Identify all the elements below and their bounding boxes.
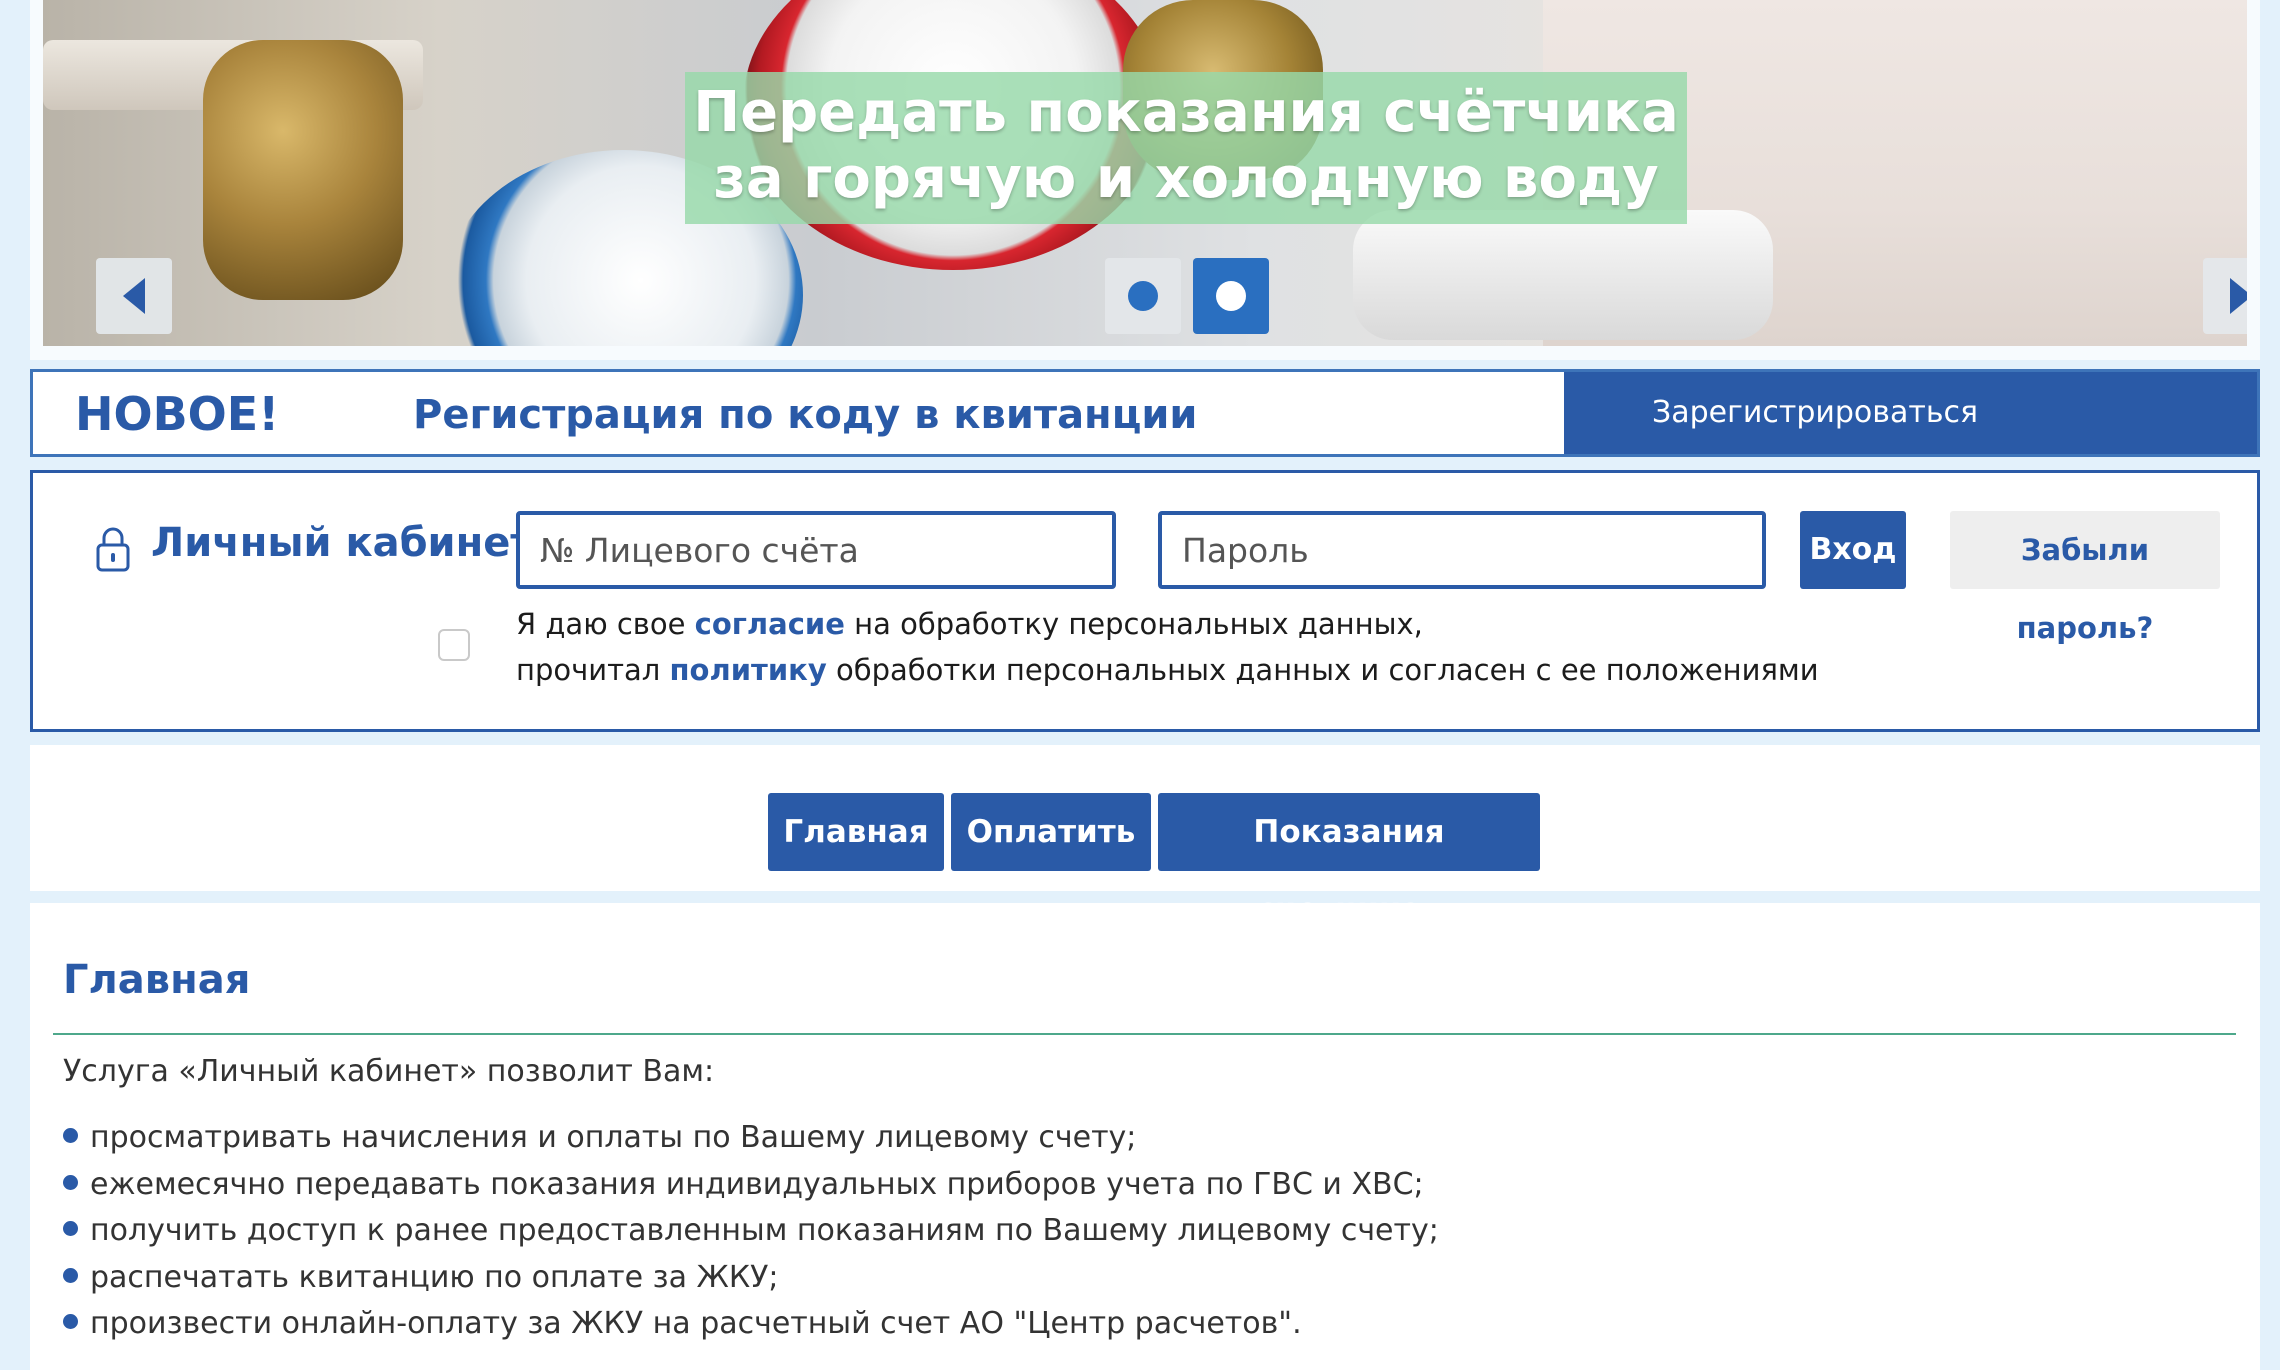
- slider-next-button[interactable]: [2203, 258, 2247, 334]
- nav-item-home[interactable]: Главная: [768, 793, 944, 871]
- slide-caption-line2: за горячую и холодную воду: [713, 146, 1659, 211]
- login-panel: Личный кабинет Вход Забыли пароль? Я даю…: [30, 470, 2260, 732]
- slide-image-valve: [203, 40, 403, 300]
- nav-item-meter-readings[interactable]: Показания счетчиков: [1158, 793, 1540, 928]
- list-item: распечатать квитанцию по оплате за ЖКУ;: [63, 1255, 1439, 1302]
- hero-slider: Передать показания счётчика за горячую и…: [43, 0, 2247, 346]
- bullet-icon: [63, 1174, 78, 1190]
- list-item: ежемесячно передавать показания индивиду…: [63, 1162, 1439, 1209]
- list-item: просматривать начисления и оплаты по Ваш…: [63, 1115, 1439, 1162]
- slider-dot-1[interactable]: [1105, 258, 1181, 334]
- arrow-right-icon: [2230, 278, 2247, 314]
- login-title: Личный кабинет: [151, 520, 534, 566]
- consent-text-part: Я даю свое: [516, 607, 695, 641]
- registration-text: Регистрация по коду в квитанции: [413, 392, 1198, 438]
- password-input[interactable]: [1158, 511, 1766, 589]
- login-button[interactable]: Вход: [1800, 511, 1906, 589]
- list-item-text: ежемесячно передавать показания индивиду…: [90, 1166, 1424, 1202]
- dot-icon: [1128, 281, 1158, 311]
- feature-list: просматривать начисления и оплаты по Ваш…: [63, 1115, 1439, 1348]
- slide-caption-line1: Передать показания счётчика: [693, 80, 1679, 145]
- list-item-text: произвести онлайн-оплату за ЖКУ на расче…: [90, 1306, 1302, 1341]
- consent-text-part: на обработку персональных данных,: [844, 607, 1423, 641]
- slide-image-white-pipe: [1353, 210, 1773, 340]
- bullet-icon: [63, 1314, 78, 1329]
- dot-icon: [1216, 281, 1246, 311]
- list-item-text: получить доступ к ранее предоставленным …: [90, 1213, 1439, 1248]
- registration-bar: НОВОЕ! Регистрация по коду в квитанции З…: [30, 369, 2260, 457]
- consent-text-part: обработки персональных данных и согласен…: [826, 653, 1819, 687]
- list-item: получить доступ к ранее предоставленным …: [63, 1208, 1439, 1255]
- slide-caption[interactable]: Передать показания счётчика за горячую и…: [685, 72, 1687, 224]
- nav-item-pay[interactable]: Оплатить: [951, 793, 1151, 871]
- arrow-left-icon: [123, 278, 145, 314]
- title-divider: [53, 1033, 2236, 1035]
- slider-dot-2[interactable]: [1193, 258, 1269, 334]
- bullet-icon: [63, 1221, 78, 1236]
- main-content: Главная Услуга «Личный кабинет» позволит…: [30, 903, 2260, 1370]
- main-nav: Главная Оплатить Показания счетчиков: [30, 745, 2260, 928]
- consent-link[interactable]: согласие: [695, 607, 845, 641]
- register-button[interactable]: Зарегистрироваться: [1564, 372, 2257, 454]
- policy-link[interactable]: политику: [670, 653, 827, 687]
- bullet-icon: [63, 1267, 78, 1283]
- consent-checkbox[interactable]: [438, 629, 470, 661]
- slider-prev-button[interactable]: [96, 258, 172, 334]
- list-item-text: распечатать квитанцию по оплате за ЖКУ;: [90, 1259, 779, 1295]
- intro-text: Услуга «Личный кабинет» позволит Вам:: [63, 1054, 715, 1089]
- forgot-password-button[interactable]: Забыли пароль?: [1950, 511, 2220, 645]
- consent-text-part: прочитал: [516, 653, 670, 687]
- new-badge: НОВОЕ!: [75, 387, 280, 441]
- account-number-input[interactable]: [516, 511, 1116, 589]
- list-item-text: просматривать начисления и оплаты по Ваш…: [90, 1120, 1137, 1155]
- page-title: Главная: [63, 957, 251, 1003]
- list-item: произвести онлайн-оплату за ЖКУ на расче…: [63, 1301, 1439, 1348]
- lock-icon: [96, 527, 130, 572]
- bullet-icon: [63, 1128, 78, 1143]
- consent-text: Я даю свое согласие на обработку персона…: [516, 601, 1819, 693]
